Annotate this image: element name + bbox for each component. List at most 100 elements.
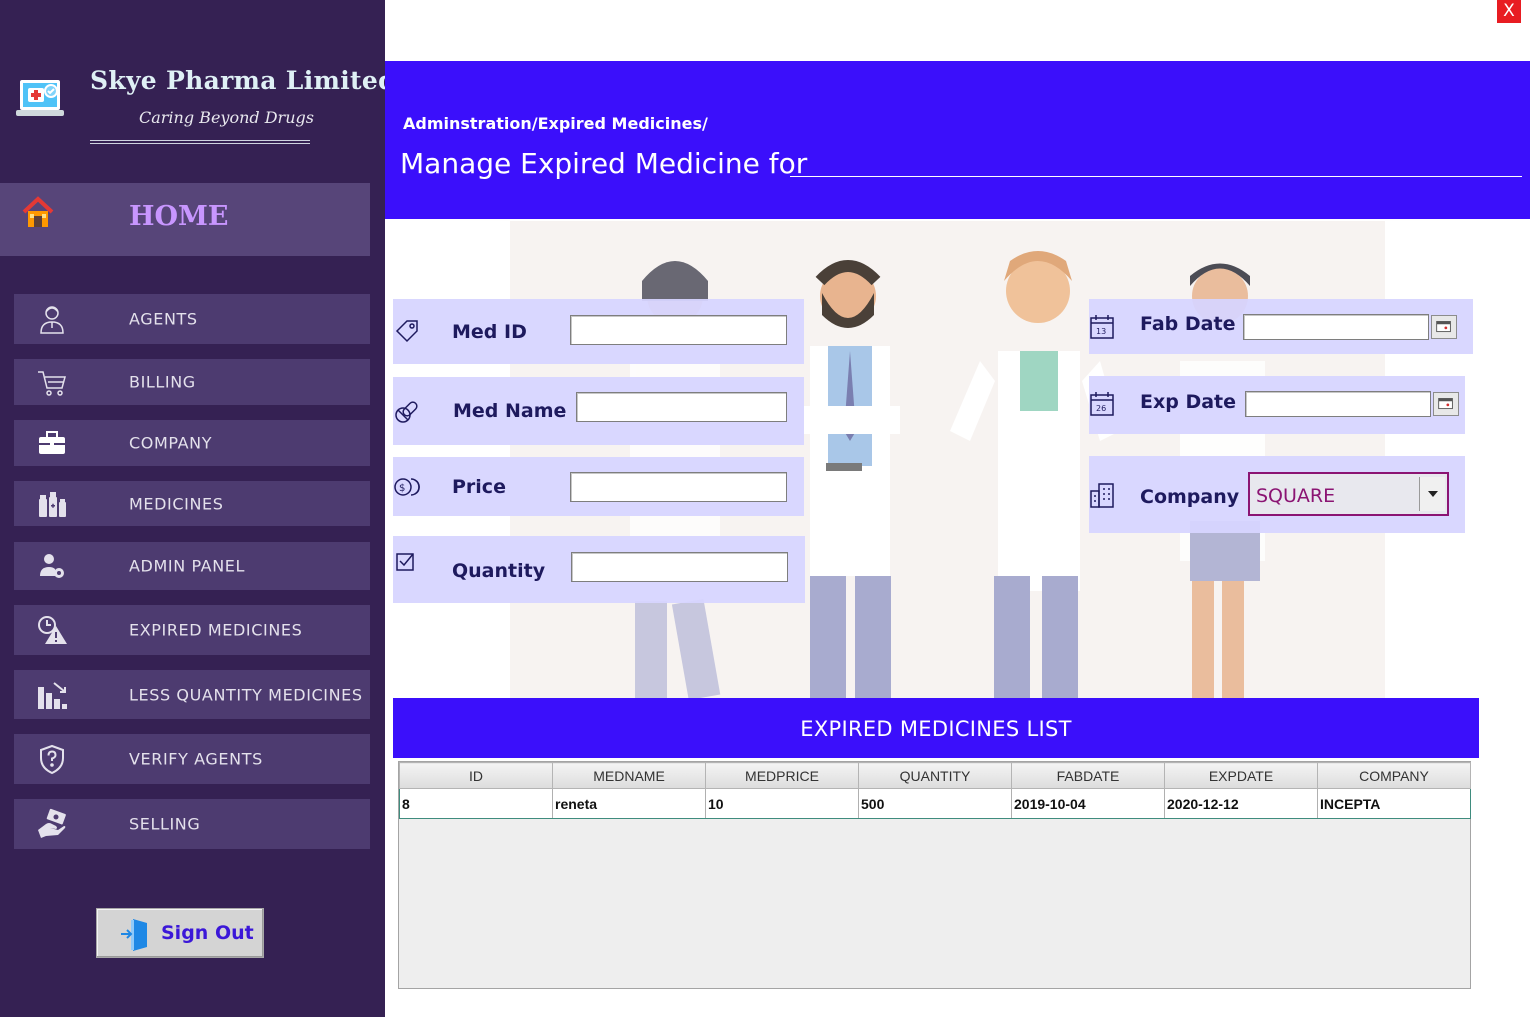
company-select[interactable]: SQUARE [1248, 472, 1449, 516]
price-panel: $ Price [393, 457, 804, 516]
table-header-row: ID MEDNAME MEDPRICE QUANTITY FABDATE EXP… [399, 762, 1471, 789]
shield-question-icon [40, 744, 64, 775]
sidebar-item-label: SELLING [129, 814, 201, 834]
sidebar-item-label: EXPIRED MEDICINES [129, 620, 303, 640]
med-id-panel: Med ID [393, 299, 804, 364]
med-id-input[interactable] [570, 315, 787, 345]
sidebar-item-label: COMPANY [129, 433, 213, 453]
header-band: Adminstration/Expired Medicines/ Manage … [385, 61, 1530, 219]
sidebar-item-admin-panel[interactable]: ADMIN PANEL [14, 542, 370, 590]
sidebar-item-company[interactable]: COMPANY [14, 420, 370, 466]
close-button[interactable]: X [1497, 0, 1521, 23]
table-row[interactable]: 8 reneta 10 500 2019-10-04 2020-12-12 IN… [399, 788, 1471, 819]
dropdown-arrow-icon [1428, 491, 1438, 497]
sidebar-item-verify-agents[interactable]: VERIFY AGENTS [14, 734, 370, 784]
sidebar-item-label: VERIFY AGENTS [129, 749, 263, 769]
bar-chart-down-icon [38, 681, 67, 709]
sidebar-item-less-quantity-medicines[interactable]: LESS QUANTITY MEDICINES [14, 670, 370, 719]
brand-tagline: Caring Beyond Drugs [139, 108, 314, 127]
page-title: Manage Expired Medicine for [400, 147, 808, 180]
table-cell[interactable]: INCEPTA [1317, 788, 1471, 819]
sidebar-item-label: ADMIN PANEL [129, 556, 246, 576]
calendar-icon: 13 [1090, 315, 1114, 339]
home-icon [22, 196, 54, 227]
exp-date-label: Exp Date [1140, 391, 1237, 413]
price-label: Price [452, 476, 506, 498]
exit-door-icon [121, 919, 147, 951]
sidebar-item-expired-medicines[interactable]: EXPIRED MEDICINES [14, 605, 370, 655]
med-name-input[interactable] [576, 392, 787, 422]
sidebar-item-label: BILLING [129, 372, 196, 392]
svg-text:13: 13 [1096, 327, 1106, 336]
company-label: Company [1140, 486, 1240, 508]
column-header-medprice[interactable]: MEDPRICE [705, 762, 859, 789]
calendar-icon: 26 [1090, 392, 1114, 416]
medicine-bottles-icon [39, 491, 66, 517]
sidebar-item-label: LESS QUANTITY MEDICINES [129, 685, 363, 704]
table-cell[interactable]: 2020-12-12 [1164, 788, 1318, 819]
fab-date-panel: 13 Fab Date [1089, 299, 1473, 354]
sidebar-item-label: HOME [129, 201, 229, 232]
table-cell[interactable]: 500 [858, 788, 1012, 819]
quantity-label: Quantity [452, 560, 546, 582]
sign-out-label: Sign Out [161, 922, 254, 944]
pills-icon [395, 401, 418, 423]
company-panel: Company SQUARE [1089, 456, 1465, 533]
sidebar-item-label: AGENTS [129, 309, 198, 329]
sidebar-item-label: MEDICINES [129, 494, 224, 513]
exp-date-panel: 26 Exp Date [1089, 376, 1465, 434]
briefcase-icon [39, 431, 65, 454]
agent-icon [40, 306, 64, 334]
app-window: Skye Pharma Limited Caring Beyond Drugs … [0, 0, 1530, 1017]
fab-date-picker-button[interactable] [1431, 315, 1457, 339]
calendar-picker-icon [1436, 321, 1451, 333]
med-name-panel: Med Name [393, 377, 804, 445]
quantity-input[interactable] [571, 552, 788, 582]
calendar-picker-icon [1438, 398, 1453, 410]
column-header-fabdate[interactable]: FABDATE [1011, 762, 1165, 789]
table-cell[interactable]: 2019-10-04 [1011, 788, 1165, 819]
column-header-quantity[interactable]: QUANTITY [858, 762, 1012, 789]
title-underline [790, 176, 1522, 177]
quantity-panel: Quantity [393, 536, 805, 603]
column-header-expdate[interactable]: EXPDATE [1164, 762, 1318, 789]
column-header-company[interactable]: COMPANY [1317, 762, 1471, 789]
chevron-down-icon[interactable] [1419, 477, 1445, 511]
column-header-id[interactable]: ID [399, 762, 553, 789]
table-cell[interactable]: reneta [552, 788, 706, 819]
list-header-band: EXPIRED MEDICINES LIST [393, 698, 1479, 758]
column-header-medname[interactable]: MEDNAME [552, 762, 706, 789]
brand-divider [90, 140, 310, 144]
breadcrumb: Adminstration/Expired Medicines/ [403, 114, 708, 133]
exp-date-picker-button[interactable] [1433, 392, 1459, 416]
hand-money-icon [38, 808, 66, 838]
tag-icon [395, 320, 418, 343]
sidebar-item-agents[interactable]: AGENTS [14, 294, 370, 344]
sidebar-item-selling[interactable]: SELLING [14, 799, 370, 849]
building-icon [1090, 483, 1114, 508]
table-cell[interactable]: 10 [705, 788, 859, 819]
admin-gear-icon [40, 554, 64, 578]
sign-out-button[interactable]: Sign Out [96, 908, 264, 958]
svg-text:$: $ [399, 483, 405, 494]
sidebar-item-home[interactable]: HOME [0, 183, 370, 256]
sidebar-item-medicines[interactable]: MEDICINES [14, 481, 370, 526]
company-select-value: SQUARE [1256, 485, 1336, 507]
expired-medicines-table[interactable]: ID MEDNAME MEDPRICE QUANTITY FABDATE EXP… [398, 761, 1471, 989]
price-input[interactable] [570, 472, 787, 502]
coins-icon: $ [394, 478, 420, 496]
list-title: EXPIRED MEDICINES LIST [800, 717, 1072, 741]
cart-icon [38, 371, 66, 396]
exp-date-input[interactable] [1245, 391, 1431, 417]
sidebar: Skye Pharma Limited Caring Beyond Drugs … [0, 0, 396, 1017]
warning-clock-icon [38, 616, 67, 644]
med-name-label: Med Name [453, 400, 567, 422]
med-id-label: Med ID [452, 321, 527, 343]
table-cell[interactable]: 8 [399, 788, 553, 819]
pharmacy-laptop-logo-icon [16, 80, 64, 116]
checkbox-icon [396, 553, 414, 571]
fab-date-label: Fab Date [1140, 313, 1236, 335]
fab-date-input[interactable] [1243, 314, 1429, 340]
brand-name: Skye Pharma Limited [90, 66, 396, 95]
sidebar-item-billing[interactable]: BILLING [14, 359, 370, 405]
